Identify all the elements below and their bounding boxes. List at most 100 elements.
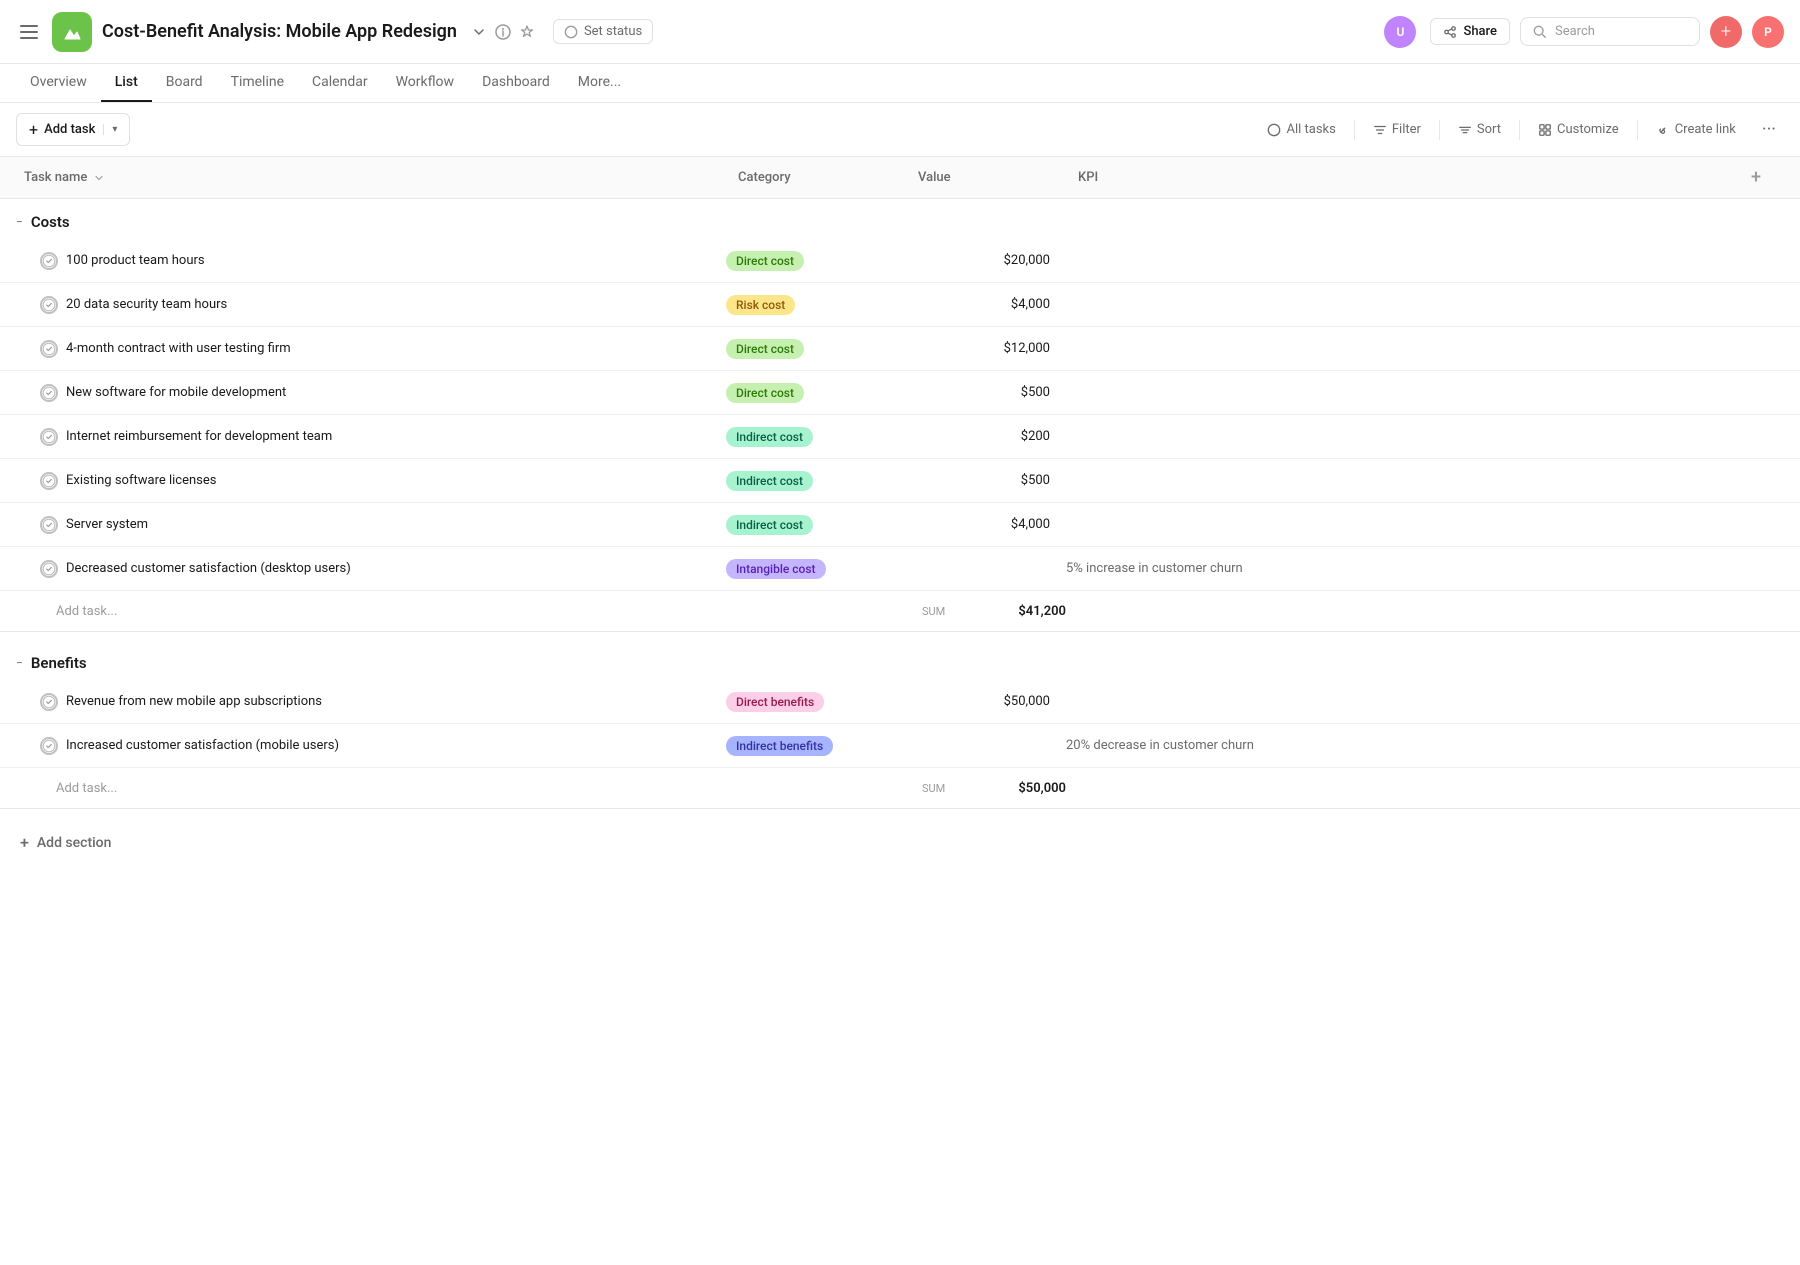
col-category-header: Category: [730, 160, 910, 195]
category-badge[interactable]: Indirect cost: [726, 471, 813, 491]
task-checkbox[interactable]: [40, 472, 58, 490]
add-task-caret-icon[interactable]: ▾: [103, 124, 117, 135]
task-row[interactable]: Internet reimbursement for development t…: [0, 415, 1800, 459]
task-name: 4-month contract with user testing firm: [66, 341, 291, 356]
task-category-col: Intangible cost: [718, 551, 898, 587]
task-name: 20 data security team hours: [66, 297, 227, 312]
task-row[interactable]: 100 product team hours Direct cost $20,0…: [0, 239, 1800, 283]
add-task-link-col: Add task...: [16, 599, 734, 623]
nav-tab-overview[interactable]: Overview: [16, 64, 101, 102]
task-category-col: Indirect cost: [718, 419, 898, 455]
all-tasks-button[interactable]: All tasks: [1257, 117, 1345, 142]
sum-row-benefits: Add task... SUM $50,000: [0, 768, 1800, 809]
task-row[interactable]: 4-month contract with user testing firm …: [0, 327, 1800, 371]
nav-tabs: OverviewListBoardTimelineCalendarWorkflo…: [0, 64, 1800, 103]
category-badge[interactable]: Intangible cost: [726, 559, 826, 579]
task-kpi-col: [1058, 297, 1744, 313]
title-actions: [471, 24, 535, 40]
filter-icon: [1373, 123, 1387, 137]
add-task-button[interactable]: + Add task ▾: [16, 113, 130, 146]
task-kpi-col: 20% decrease in customer churn: [1058, 730, 1744, 761]
search-box[interactable]: Search: [1520, 17, 1700, 46]
section-header-costs: − Costs: [0, 199, 1800, 239]
nav-tab-more---[interactable]: More...: [564, 64, 635, 102]
task-checkbox[interactable]: [40, 340, 58, 358]
task-row[interactable]: 20 data security team hours Risk cost $4…: [0, 283, 1800, 327]
task-checkbox[interactable]: [40, 516, 58, 534]
sort-label: Sort: [1477, 122, 1501, 137]
task-checkbox[interactable]: [40, 737, 58, 755]
task-checkbox[interactable]: [40, 252, 58, 270]
global-add-button[interactable]: +: [1710, 16, 1742, 48]
set-status-button[interactable]: Set status: [553, 19, 653, 44]
task-category-col: Direct benefits: [718, 684, 898, 720]
section-toggle-costs[interactable]: −: [16, 215, 23, 229]
customize-button[interactable]: Customize: [1528, 117, 1629, 142]
category-badge[interactable]: Direct cost: [726, 251, 804, 271]
add-task-plus-icon: +: [29, 120, 38, 139]
nav-tab-timeline[interactable]: Timeline: [217, 64, 298, 102]
chevron-down-icon[interactable]: [471, 24, 487, 40]
star-icon[interactable]: [519, 24, 535, 40]
create-link-button[interactable]: Create link: [1646, 117, 1746, 142]
category-badge[interactable]: Indirect cost: [726, 515, 813, 535]
category-badge[interactable]: Direct benefits: [726, 692, 824, 712]
section-toggle-benefits[interactable]: −: [16, 656, 23, 670]
nav-tab-dashboard[interactable]: Dashboard: [468, 64, 564, 102]
add-section-button[interactable]: + Add section: [0, 817, 1800, 868]
task-checkbox[interactable]: [40, 693, 58, 711]
filter-button[interactable]: Filter: [1363, 117, 1431, 142]
category-badge[interactable]: Direct cost: [726, 383, 804, 403]
nav-tab-board[interactable]: Board: [152, 64, 217, 102]
task-value-col: $12,000: [898, 333, 1058, 364]
task-category-col: Risk cost: [718, 287, 898, 323]
task-row[interactable]: Server system Indirect cost $4,000: [0, 503, 1800, 547]
task-name-col: Existing software licenses: [16, 462, 718, 500]
col-chevron-icon[interactable]: [93, 172, 105, 184]
nav-tab-list[interactable]: List: [101, 64, 152, 102]
task-checkbox[interactable]: [40, 384, 58, 402]
category-badge[interactable]: Risk cost: [726, 295, 795, 315]
category-badge[interactable]: Indirect cost: [726, 427, 813, 447]
task-row[interactable]: Decreased customer satisfaction (desktop…: [0, 547, 1800, 591]
task-kpi-col: [1058, 694, 1744, 710]
project-title: Cost-Benefit Analysis: Mobile App Redesi…: [102, 21, 457, 42]
info-icon[interactable]: [495, 24, 511, 40]
share-button[interactable]: Share: [1430, 18, 1510, 45]
nav-tab-calendar[interactable]: Calendar: [298, 64, 382, 102]
toolbar: + Add task ▾ All tasks Filter Sort Custo…: [0, 103, 1800, 157]
more-options-button[interactable]: ···: [1754, 115, 1784, 144]
col-value-header: Value: [910, 160, 1070, 195]
task-row[interactable]: New software for mobile development Dire…: [0, 371, 1800, 415]
section-header-benefits: − Benefits: [0, 640, 1800, 680]
task-row[interactable]: Revenue from new mobile app subscription…: [0, 680, 1800, 724]
add-column-button[interactable]: +: [1736, 167, 1776, 188]
task-checkbox[interactable]: [40, 296, 58, 314]
nav-tab-workflow[interactable]: Workflow: [382, 64, 469, 102]
sort-button[interactable]: Sort: [1448, 117, 1511, 142]
task-category-col: Direct cost: [718, 375, 898, 411]
add-task-link-benefits[interactable]: Add task...: [56, 781, 117, 796]
category-badge[interactable]: Indirect benefits: [726, 736, 833, 756]
col-task-name: Task name: [16, 160, 730, 195]
task-checkbox[interactable]: [40, 560, 58, 578]
avatar-primary: P: [1752, 16, 1784, 48]
add-task-label: Add task: [44, 122, 95, 137]
task-row[interactable]: Increased customer satisfaction (mobile …: [0, 724, 1800, 768]
category-badge[interactable]: Direct cost: [726, 339, 804, 359]
task-name-col: Internet reimbursement for development t…: [16, 418, 718, 456]
task-category-col: Direct cost: [718, 331, 898, 367]
task-kpi-col: [1058, 385, 1744, 401]
section-title-benefits: Benefits: [31, 654, 87, 672]
task-row[interactable]: Existing software licenses Indirect cost…: [0, 459, 1800, 503]
task-value-col: [898, 738, 1058, 754]
add-task-link-costs[interactable]: Add task...: [56, 604, 117, 619]
task-checkbox[interactable]: [40, 428, 58, 446]
hamburger-menu[interactable]: [16, 21, 42, 43]
create-link-label: Create link: [1675, 122, 1736, 137]
task-name: Existing software licenses: [66, 473, 216, 488]
task-name-col: 4-month contract with user testing firm: [16, 330, 718, 368]
task-value-col: $4,000: [898, 509, 1058, 540]
task-value-col: $500: [898, 377, 1058, 408]
sum-tag: SUM: [922, 782, 945, 795]
